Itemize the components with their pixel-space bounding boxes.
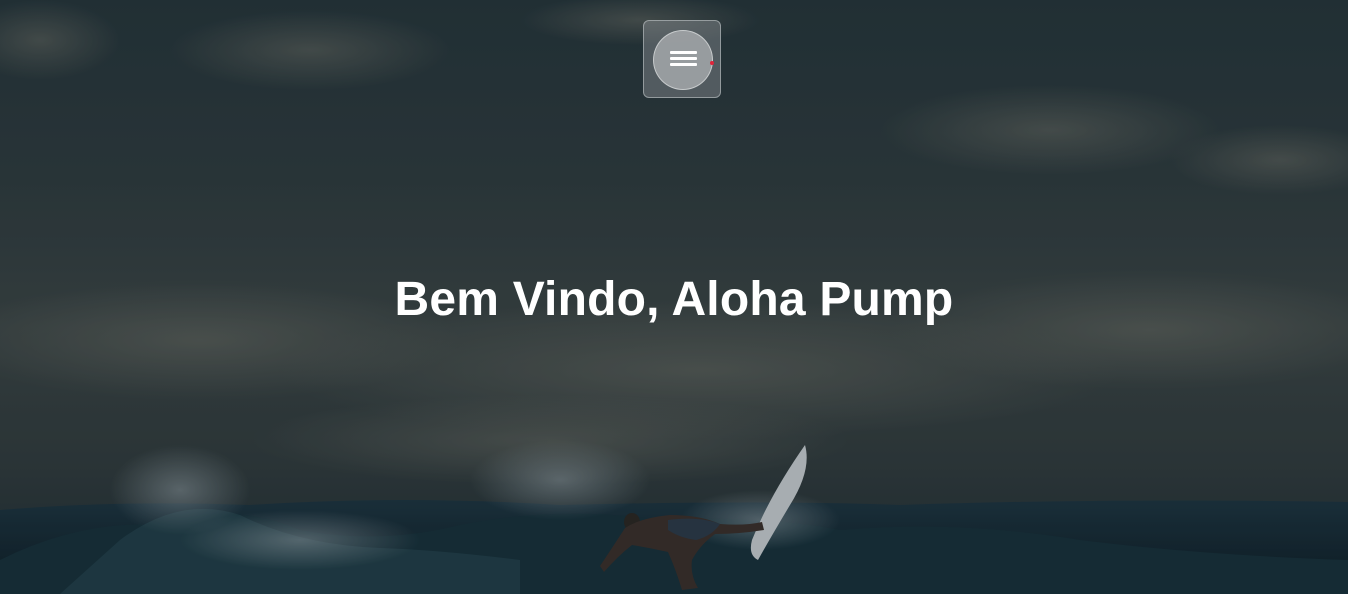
hero-headline: Bem Vindo, Aloha Pump bbox=[394, 273, 954, 326]
notification-dot-icon bbox=[710, 61, 714, 65]
hero-section: Bem Vindo, Aloha Pump bbox=[0, 0, 1348, 594]
menu-icon-bar bbox=[670, 63, 697, 66]
hamburger-menu-icon[interactable] bbox=[653, 30, 713, 90]
menu-icon-bar bbox=[670, 57, 697, 60]
menu-toggle-button[interactable] bbox=[643, 20, 721, 98]
menu-icon-bar bbox=[670, 51, 697, 54]
